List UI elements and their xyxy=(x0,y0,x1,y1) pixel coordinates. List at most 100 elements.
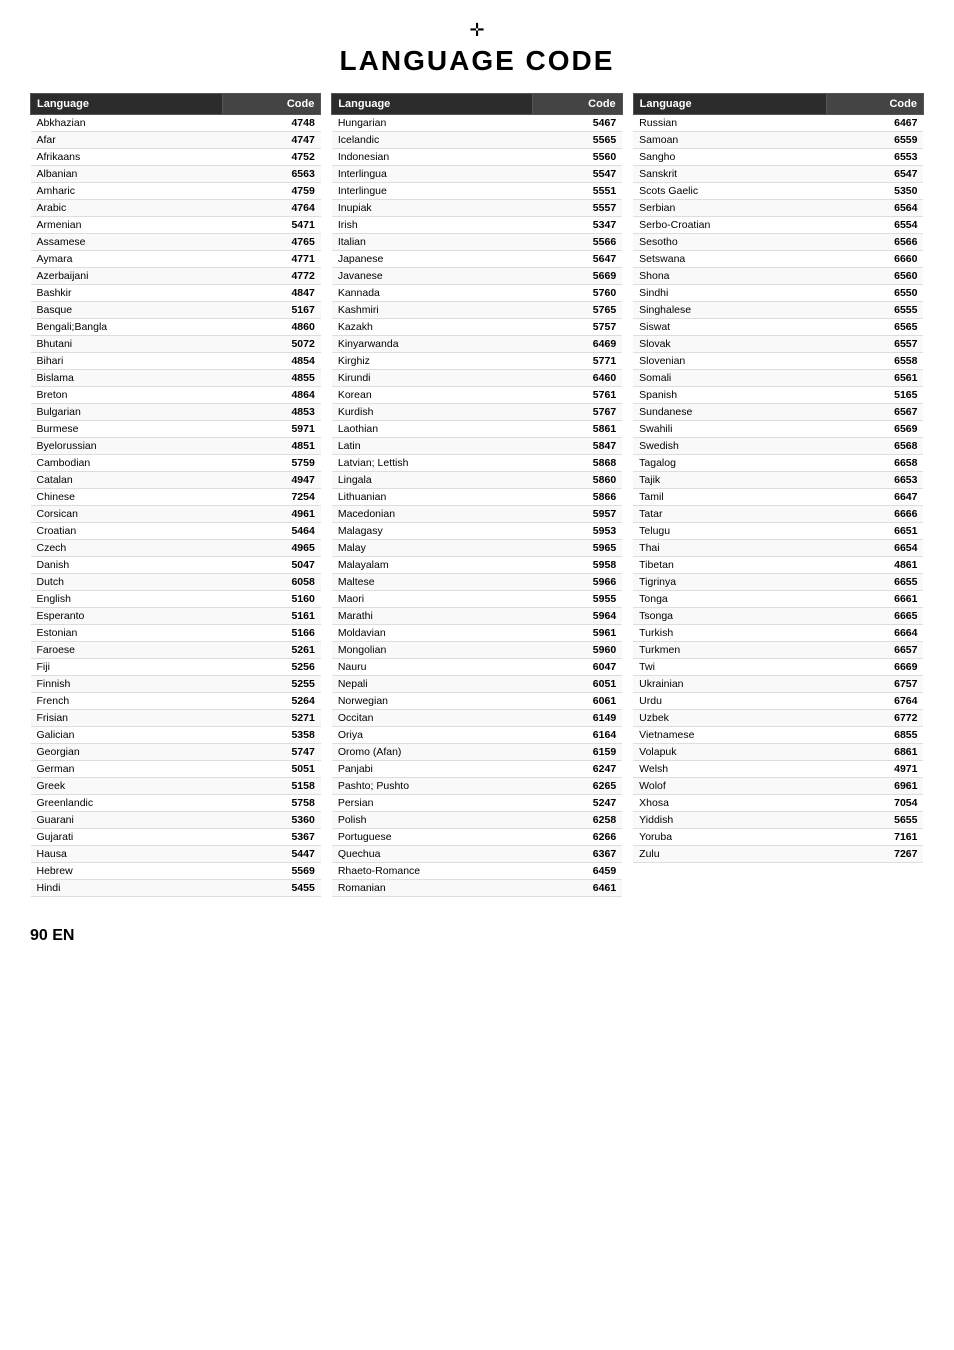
language-code: 6764 xyxy=(826,693,923,710)
language-code: 6058 xyxy=(223,574,321,591)
table-row: Zulu7267 xyxy=(633,846,923,863)
table-row: Siswat6565 xyxy=(633,319,923,336)
language-code: 5261 xyxy=(223,642,321,659)
language-name: Afar xyxy=(31,132,223,149)
language-code: 6666 xyxy=(826,506,923,523)
table-row: Latvian; Lettish5868 xyxy=(332,455,622,472)
language-code: 6469 xyxy=(533,336,622,353)
table-row: Welsh4971 xyxy=(633,761,923,778)
table-row: Tonga6661 xyxy=(633,591,923,608)
language-name: Samoan xyxy=(633,132,826,149)
language-name: Russian xyxy=(633,115,826,132)
language-name: Kurdish xyxy=(332,404,533,421)
language-name: Frisian xyxy=(31,710,223,727)
language-name: Romanian xyxy=(332,880,533,897)
language-code: 5360 xyxy=(223,812,321,829)
table-row: English5160 xyxy=(31,591,321,608)
language-code: 4847 xyxy=(223,285,321,302)
table-row: Estonian5166 xyxy=(31,625,321,642)
language-name: Fiji xyxy=(31,659,223,676)
language-code: 4771 xyxy=(223,251,321,268)
table-row: Kirghiz5771 xyxy=(332,353,622,370)
table-row: Kinyarwanda6469 xyxy=(332,336,622,353)
language-code: 6660 xyxy=(826,251,923,268)
table-row: Byelorussian4851 xyxy=(31,438,321,455)
language-code: 5557 xyxy=(533,200,622,217)
language-code: 6657 xyxy=(826,642,923,659)
language-code: 6568 xyxy=(826,438,923,455)
table-row: Breton4864 xyxy=(31,387,321,404)
table-row: Tamil6647 xyxy=(633,489,923,506)
language-code: 5471 xyxy=(223,217,321,234)
language-name: Interlingue xyxy=(332,183,533,200)
table-row: Afar4747 xyxy=(31,132,321,149)
language-code: 4965 xyxy=(223,540,321,557)
language-name: Quechua xyxy=(332,846,533,863)
table-row: Albanian6563 xyxy=(31,166,321,183)
language-name: Urdu xyxy=(633,693,826,710)
language-code: 5464 xyxy=(223,523,321,540)
language-name: Hausa xyxy=(31,846,223,863)
language-name: Sesotho xyxy=(633,234,826,251)
table-row: Spanish5165 xyxy=(633,387,923,404)
language-name: Bhutani xyxy=(31,336,223,353)
language-name: Slovenian xyxy=(633,353,826,370)
language-code: 6047 xyxy=(533,659,622,676)
language-name: Maltese xyxy=(332,574,533,591)
language-name: Bengali;Bangla xyxy=(31,319,223,336)
language-code: 6655 xyxy=(826,574,923,591)
table-row: Kirundi6460 xyxy=(332,370,622,387)
table-row: French5264 xyxy=(31,693,321,710)
table-row: Bislama4855 xyxy=(31,370,321,387)
table-row: Interlingua5547 xyxy=(332,166,622,183)
language-code: 6149 xyxy=(533,710,622,727)
language-name: Aymara xyxy=(31,251,223,268)
language-name: Oriya xyxy=(332,727,533,744)
table-row: Serbian6564 xyxy=(633,200,923,217)
table-row: Tatar6666 xyxy=(633,506,923,523)
language-name: Tajik xyxy=(633,472,826,489)
table-row: Quechua6367 xyxy=(332,846,622,863)
language-name: Shona xyxy=(633,268,826,285)
language-code: 5960 xyxy=(533,642,622,659)
tables-wrapper: LanguageCodeAbkhazian4748Afar4747Afrikaa… xyxy=(30,93,924,897)
language-name: Serbo-Croatian xyxy=(633,217,826,234)
language-name: Georgian xyxy=(31,744,223,761)
language-code: 7254 xyxy=(223,489,321,506)
language-code: 6555 xyxy=(826,302,923,319)
language-name: Byelorussian xyxy=(31,438,223,455)
language-code: 5966 xyxy=(533,574,622,591)
language-code: 6061 xyxy=(533,693,622,710)
language-name: Kinyarwanda xyxy=(332,336,533,353)
table-row: Hindi5455 xyxy=(31,880,321,897)
language-code: 4854 xyxy=(223,353,321,370)
language-code: 6569 xyxy=(826,421,923,438)
table-row: Turkish6664 xyxy=(633,625,923,642)
language-code: 4860 xyxy=(223,319,321,336)
language-name: Inupiak xyxy=(332,200,533,217)
table-row: Bhutani5072 xyxy=(31,336,321,353)
language-name: Scots Gaelic xyxy=(633,183,826,200)
table-row: Malayalam5958 xyxy=(332,557,622,574)
language-code: 5347 xyxy=(533,217,622,234)
language-name: Estonian xyxy=(31,625,223,642)
table-row: Azerbaijani4772 xyxy=(31,268,321,285)
language-code: 6561 xyxy=(826,370,923,387)
table-row: Xhosa7054 xyxy=(633,795,923,812)
col-header-code-1: Code xyxy=(533,94,622,115)
language-name: Somali xyxy=(633,370,826,387)
language-name: Abkhazian xyxy=(31,115,223,132)
language-name: Czech xyxy=(31,540,223,557)
table-row: Slovak6557 xyxy=(633,336,923,353)
table-row: Volapuk6861 xyxy=(633,744,923,761)
language-name: Moldavian xyxy=(332,625,533,642)
table-row: Norwegian6061 xyxy=(332,693,622,710)
language-name: Irish xyxy=(332,217,533,234)
language-name: Japanese xyxy=(332,251,533,268)
language-name: Malay xyxy=(332,540,533,557)
table-row: Esperanto5161 xyxy=(31,608,321,625)
table-row: Abkhazian4748 xyxy=(31,115,321,132)
language-name: Hebrew xyxy=(31,863,223,880)
table-row: Bengali;Bangla4860 xyxy=(31,319,321,336)
language-code: 5965 xyxy=(533,540,622,557)
